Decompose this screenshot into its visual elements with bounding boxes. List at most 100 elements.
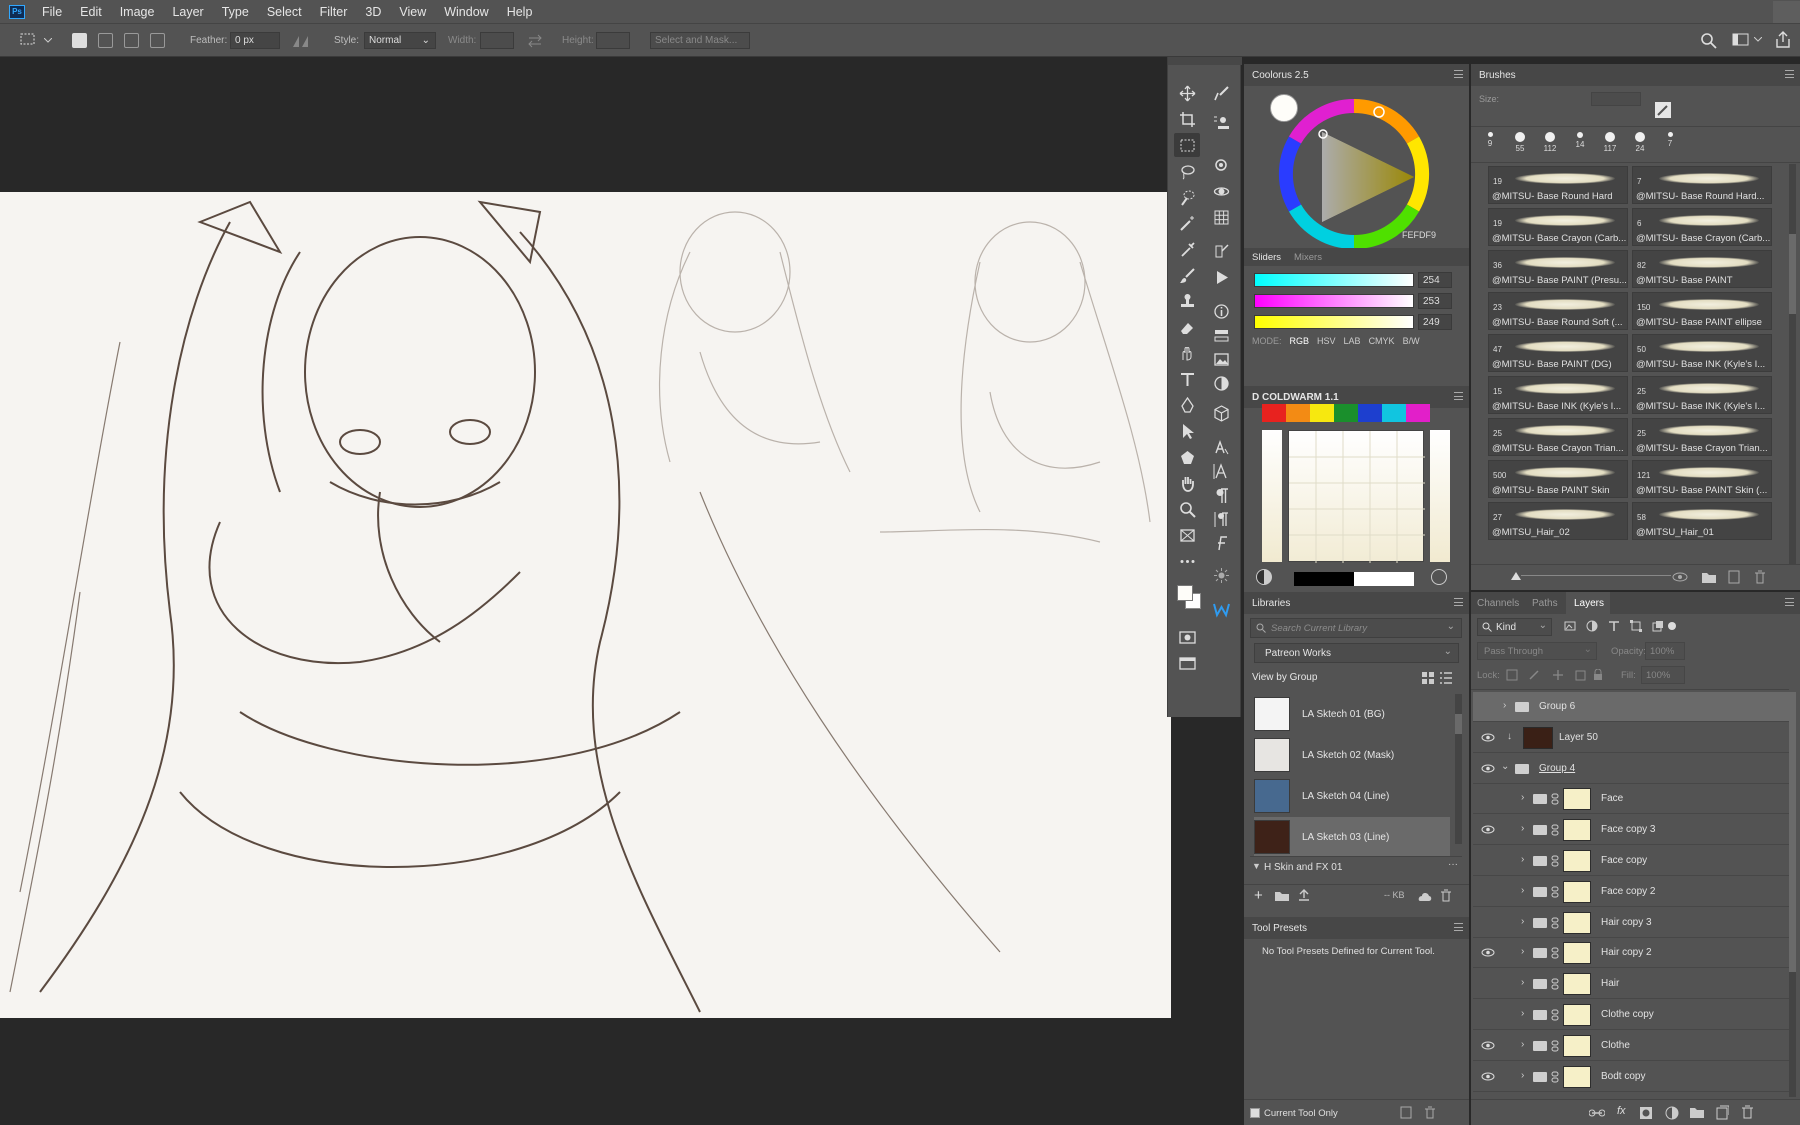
size-input[interactable] xyxy=(1591,92,1641,106)
actions-button[interactable] xyxy=(1208,265,1234,289)
window-controls[interactable] xyxy=(1773,1,1800,23)
visibility-toggle[interactable] xyxy=(1481,856,1493,866)
brush-tile[interactable]: 27 @MITSU_Hair_02 xyxy=(1488,502,1628,540)
adjustment-layer-icon[interactable] xyxy=(1665,1106,1679,1120)
eye-icon[interactable] xyxy=(1481,764,1495,773)
trash-icon[interactable] xyxy=(1753,570,1767,584)
workspace-icon[interactable] xyxy=(1732,32,1750,48)
blue-value[interactable]: 249 xyxy=(1418,314,1452,330)
adjustment-filter-icon[interactable] xyxy=(1586,620,1598,632)
menu-type[interactable]: Type xyxy=(213,5,258,19)
fx-icon[interactable]: fx xyxy=(1617,1105,1626,1117)
share-icon[interactable] xyxy=(1774,31,1792,49)
mode-lab[interactable]: LAB xyxy=(1344,336,1361,346)
type-tool[interactable] xyxy=(1174,367,1200,391)
pixel-filter-icon[interactable] xyxy=(1564,620,1576,632)
brush-size-slider-icon[interactable] xyxy=(1511,571,1521,581)
eye-icon[interactable] xyxy=(1481,1072,1495,1081)
tab-sliders[interactable]: Sliders xyxy=(1252,252,1281,263)
paragraph-styles-button[interactable] xyxy=(1208,507,1234,531)
magic-wand-tool[interactable] xyxy=(1174,211,1200,235)
settings-gear-icon[interactable] xyxy=(1431,569,1447,585)
intersect-selection-button[interactable] xyxy=(150,33,165,48)
brush-preset[interactable]: 112 xyxy=(1541,130,1559,158)
3d-button[interactable] xyxy=(1208,179,1234,203)
smart-object-filter-icon[interactable] xyxy=(1652,620,1664,632)
frame-tool[interactable] xyxy=(1174,523,1200,547)
eraser-tool[interactable] xyxy=(1174,315,1200,339)
brush-tile[interactable]: 58 @MITSU_Hair_01 xyxy=(1632,502,1772,540)
brush-tile[interactable]: 25 @MITSU- Base INK (Kyle's I... xyxy=(1632,376,1772,414)
chevron-right-icon[interactable]: › xyxy=(1521,1008,1524,1019)
menu-edit[interactable]: Edit xyxy=(71,5,111,19)
visibility-toggle[interactable] xyxy=(1481,794,1493,804)
folder-icon[interactable] xyxy=(1274,890,1290,902)
coldwarm-swatch[interactable] xyxy=(1382,404,1406,422)
clone-source-tool[interactable] xyxy=(1208,111,1234,135)
library-search-input[interactable]: Search Current Library xyxy=(1271,623,1367,634)
layer-row[interactable]: › Bodt copy xyxy=(1473,1062,1789,1092)
preview-size-slider[interactable] xyxy=(1521,575,1671,576)
history-button[interactable] xyxy=(1208,239,1234,263)
layer-row[interactable]: › Face copy 3 xyxy=(1473,815,1789,846)
path-select-tool[interactable] xyxy=(1174,419,1200,443)
mask-icon[interactable] xyxy=(1639,1106,1653,1120)
brush-preset[interactable]: 9 xyxy=(1481,130,1499,158)
visibility-toggle[interactable] xyxy=(1481,979,1493,989)
white-swatch[interactable] xyxy=(1354,572,1414,586)
navigator-button[interactable] xyxy=(1208,153,1234,177)
brush-settings-button[interactable] xyxy=(1208,563,1234,587)
layer-group-row[interactable]: › Group 6 xyxy=(1473,692,1789,722)
panel-menu-icon[interactable] xyxy=(1785,598,1794,606)
brush-tile[interactable]: 19 @MITSU- Base Round Hard xyxy=(1488,166,1628,204)
menu-window[interactable]: Window xyxy=(435,5,497,19)
library-item[interactable]: LA Sketch 02 (Mask) xyxy=(1254,735,1450,775)
panel-menu-icon[interactable] xyxy=(1785,70,1794,78)
black-swatch[interactable] xyxy=(1294,572,1354,586)
eye-icon[interactable] xyxy=(1481,948,1495,957)
lasso-tool[interactable] xyxy=(1174,159,1200,183)
color-swatches[interactable] xyxy=(1174,579,1201,613)
swap-icon[interactable] xyxy=(527,34,543,48)
new-brush-icon[interactable] xyxy=(1653,100,1673,120)
coldwarm-grid[interactable] xyxy=(1288,430,1425,563)
tab-layers[interactable]: Layers xyxy=(1566,592,1610,614)
search-icon[interactable] xyxy=(1700,32,1718,50)
filter-kind-select[interactable]: Kind ⌄ xyxy=(1477,618,1552,636)
layer-row[interactable]: › Face copy 2 xyxy=(1473,877,1789,907)
library-item[interactable]: LA Sktech 01 (BG) xyxy=(1254,694,1450,734)
shape-tool[interactable] xyxy=(1174,445,1200,469)
trash-icon[interactable] xyxy=(1741,1105,1754,1119)
chevron-right-icon[interactable]: › xyxy=(1521,977,1524,988)
more-icon[interactable]: ··· xyxy=(1448,859,1458,870)
chevron-right-icon[interactable]: › xyxy=(1503,700,1506,711)
coldwarm-strip-left[interactable] xyxy=(1262,430,1282,562)
height-input[interactable] xyxy=(596,32,630,49)
layer-row[interactable]: › Face copy xyxy=(1473,846,1789,876)
adjustments-button[interactable] xyxy=(1208,347,1234,371)
chevron-right-icon[interactable]: › xyxy=(1521,1070,1524,1081)
brush-preset[interactable]: 55 xyxy=(1511,130,1529,158)
extra-tools[interactable] xyxy=(1174,549,1200,573)
cloud-icon[interactable] xyxy=(1416,890,1432,902)
brush-tile[interactable]: 150 @MITSU- Base PAINT ellipse xyxy=(1632,292,1772,330)
menu-filter[interactable]: Filter xyxy=(311,5,357,19)
upload-icon[interactable] xyxy=(1298,889,1310,901)
tab-channels[interactable]: Channels xyxy=(1477,598,1519,609)
menu-layer[interactable]: Layer xyxy=(163,5,212,19)
layers-scrollbar[interactable] xyxy=(1789,692,1796,1097)
type-filter-icon[interactable] xyxy=(1608,620,1620,632)
blend-mode-select[interactable]: Pass Through ⌄ xyxy=(1477,642,1597,660)
width-input[interactable] xyxy=(480,32,514,49)
library-search[interactable]: Search Current Library ⌄ xyxy=(1250,618,1462,638)
add-icon[interactable]: + xyxy=(1254,887,1263,904)
mode-hsv[interactable]: HSV xyxy=(1317,336,1336,346)
green-slider[interactable] xyxy=(1254,294,1414,308)
new-layer-icon[interactable] xyxy=(1715,1105,1729,1120)
smudge-tool[interactable] xyxy=(1174,341,1200,365)
grid-view-icon[interactable] xyxy=(1422,672,1434,684)
layer-row[interactable]: › Hair copy 2 xyxy=(1473,938,1789,969)
library-group-row[interactable]: ▼ H Skin and FX 01 ··· xyxy=(1250,856,1462,876)
current-tool-only-checkbox[interactable] xyxy=(1250,1108,1260,1118)
eye-icon[interactable] xyxy=(1481,825,1495,834)
